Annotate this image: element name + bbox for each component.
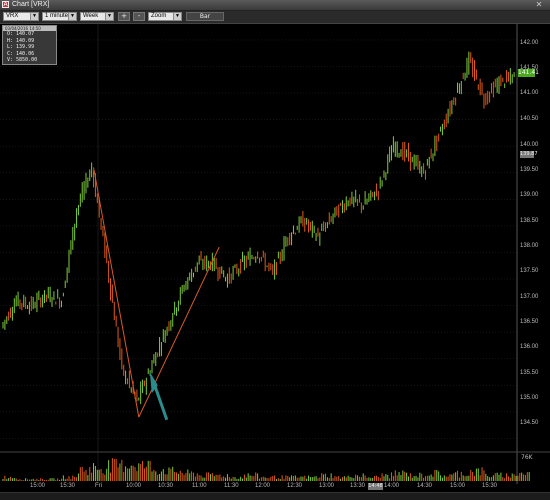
- price-tick: 140.50: [520, 116, 539, 122]
- time-tick: 12:30: [287, 483, 303, 489]
- time-tick: 15:00: [450, 483, 466, 489]
- chart-toolbar: VRX ▼ 1 minute ▼ Week ▼ + - Zoom ▼ Bar: [0, 11, 550, 24]
- time-tick: 11:00: [192, 483, 207, 489]
- range-value: Week: [83, 13, 99, 19]
- time-tick: 10:00: [126, 483, 142, 489]
- price-tick: 137.50: [520, 268, 539, 274]
- time-tick: 13:30: [350, 483, 366, 489]
- price-tick: 136.00: [520, 344, 539, 350]
- price-tick: 135.50: [520, 370, 539, 376]
- symbol-value: VRX: [6, 13, 19, 19]
- chevron-down-icon[interactable]: ▼: [173, 13, 181, 20]
- zoom-value: Zoom: [151, 13, 167, 19]
- close-icon[interactable]: ✕: [532, 0, 546, 9]
- time-tick: 15:00: [30, 483, 46, 489]
- app-icon: A: [2, 1, 9, 8]
- volume-axis-label: 76K: [521, 454, 533, 461]
- price-tick: 139.00: [520, 192, 539, 198]
- price-bars: [2, 51, 515, 405]
- price-tick: 137.00: [520, 294, 539, 300]
- price-tick: 138.50: [520, 218, 539, 224]
- time-tick: 15:30: [482, 483, 498, 489]
- window-title: Chart [VRX]: [12, 1, 50, 8]
- volume-bars: [2, 458, 530, 481]
- marker-price-tag: 139.87: [520, 151, 538, 158]
- window-titlebar: A Chart [VRX] ✕: [0, 0, 550, 11]
- time-tick: 11:30: [224, 483, 239, 489]
- price-chart[interactable]: [0, 24, 550, 492]
- interval-value: 1 minute: [45, 13, 69, 19]
- time-tick: 14:30: [417, 483, 433, 489]
- interval-select[interactable]: 1 minute ▼: [42, 12, 77, 21]
- price-tick: 139.50: [520, 167, 539, 173]
- chevron-down-icon[interactable]: ▼: [105, 13, 113, 20]
- zoom-in-button[interactable]: +: [118, 12, 130, 21]
- range-select[interactable]: Week ▼: [80, 12, 114, 21]
- time-tick: 13:00: [319, 483, 335, 489]
- price-tick: 135.00: [520, 395, 539, 401]
- time-tick: Fri: [95, 483, 102, 489]
- chart-grid: [0, 24, 550, 484]
- time-tick: 14:00: [384, 483, 400, 489]
- price-tick: 138.00: [520, 243, 539, 249]
- last-price-tag: 141.41: [518, 69, 539, 77]
- time-tick: 10:30: [158, 483, 174, 489]
- ohlc-info-panel: 03/04/2016 14:50 O: 140.07 H: 140.09 L: …: [2, 25, 57, 65]
- price-tick: 141.00: [520, 90, 539, 96]
- price-tick: 140.00: [520, 142, 539, 148]
- bar-style-button[interactable]: Bar: [186, 12, 224, 21]
- price-tick: 136.50: [520, 319, 539, 325]
- symbol-select[interactable]: VRX ▼: [3, 12, 39, 21]
- zoom-out-button[interactable]: -: [133, 12, 145, 21]
- ohlc-volume: V: 5850.00: [7, 57, 38, 63]
- chevron-down-icon[interactable]: ▼: [68, 13, 76, 20]
- chevron-down-icon[interactable]: ▼: [30, 13, 38, 20]
- time-tick: 15:30: [60, 483, 76, 489]
- price-tick: 142.00: [520, 40, 539, 46]
- crosshair-time-tag: 14:48: [368, 483, 383, 490]
- price-tick: 134.50: [520, 420, 539, 426]
- time-tick: 12:00: [255, 483, 271, 489]
- trendline-down: [93, 167, 140, 418]
- zoom-select[interactable]: Zoom ▼: [148, 12, 182, 21]
